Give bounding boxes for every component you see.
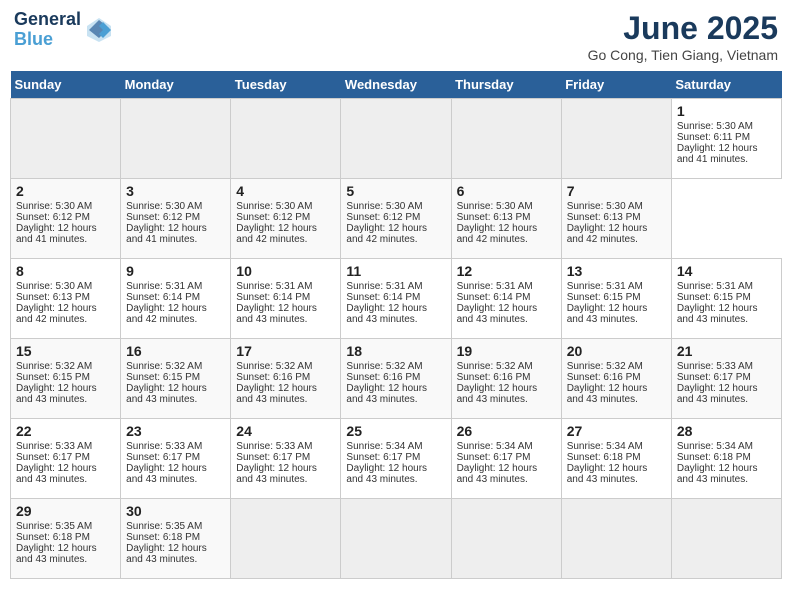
calendar-cell-30: 30Sunrise: 5:35 AMSunset: 6:18 PMDayligh… (121, 499, 231, 579)
calendar-cell-empty (341, 99, 451, 179)
calendar-week: 22Sunrise: 5:33 AMSunset: 6:17 PMDayligh… (11, 419, 782, 499)
calendar-cell-20: 20Sunrise: 5:32 AMSunset: 6:16 PMDayligh… (561, 339, 671, 419)
calendar-cell-1: 1Sunrise: 5:30 AMSunset: 6:11 PMDaylight… (671, 99, 781, 179)
page-header: GeneralBlue June 2025 Go Cong, Tien Gian… (10, 10, 782, 63)
calendar-cell-26: 26Sunrise: 5:34 AMSunset: 6:17 PMDayligh… (451, 419, 561, 499)
calendar-week: 15Sunrise: 5:32 AMSunset: 6:15 PMDayligh… (11, 339, 782, 419)
calendar-cell-5: 5Sunrise: 5:30 AMSunset: 6:12 PMDaylight… (341, 179, 451, 259)
calendar-cell-empty (561, 499, 671, 579)
calendar-cell-4: 4Sunrise: 5:30 AMSunset: 6:12 PMDaylight… (231, 179, 341, 259)
calendar-cell-22: 22Sunrise: 5:33 AMSunset: 6:17 PMDayligh… (11, 419, 121, 499)
calendar-cell-empty (11, 99, 121, 179)
calendar-cell-17: 17Sunrise: 5:32 AMSunset: 6:16 PMDayligh… (231, 339, 341, 419)
weekday-header-monday: Monday (121, 71, 231, 99)
calendar-cell-21: 21Sunrise: 5:33 AMSunset: 6:17 PMDayligh… (671, 339, 781, 419)
weekday-header-saturday: Saturday (671, 71, 781, 99)
calendar-cell-empty (231, 99, 341, 179)
calendar-cell-3: 3Sunrise: 5:30 AMSunset: 6:12 PMDaylight… (121, 179, 231, 259)
calendar-cell-7: 7Sunrise: 5:30 AMSunset: 6:13 PMDaylight… (561, 179, 671, 259)
calendar-cell-23: 23Sunrise: 5:33 AMSunset: 6:17 PMDayligh… (121, 419, 231, 499)
calendar-cell-empty (451, 499, 561, 579)
calendar-cell-empty (671, 499, 781, 579)
weekday-header-thursday: Thursday (451, 71, 561, 99)
calendar-cell-empty (561, 99, 671, 179)
calendar-cell-10: 10Sunrise: 5:31 AMSunset: 6:14 PMDayligh… (231, 259, 341, 339)
location: Go Cong, Tien Giang, Vietnam (588, 47, 778, 63)
weekday-header-wednesday: Wednesday (341, 71, 451, 99)
logo-text: GeneralBlue (14, 10, 81, 50)
calendar-cell-9: 9Sunrise: 5:31 AMSunset: 6:14 PMDaylight… (121, 259, 231, 339)
logo-icon (85, 16, 113, 44)
logo: GeneralBlue (14, 10, 113, 50)
weekday-header-sunday: Sunday (11, 71, 121, 99)
calendar-cell-15: 15Sunrise: 5:32 AMSunset: 6:15 PMDayligh… (11, 339, 121, 419)
calendar-cell-13: 13Sunrise: 5:31 AMSunset: 6:15 PMDayligh… (561, 259, 671, 339)
calendar-cell-11: 11Sunrise: 5:31 AMSunset: 6:14 PMDayligh… (341, 259, 451, 339)
calendar-cell-24: 24Sunrise: 5:33 AMSunset: 6:17 PMDayligh… (231, 419, 341, 499)
calendar-week: 29Sunrise: 5:35 AMSunset: 6:18 PMDayligh… (11, 499, 782, 579)
title-area: June 2025 Go Cong, Tien Giang, Vietnam (588, 10, 778, 63)
calendar-cell-25: 25Sunrise: 5:34 AMSunset: 6:17 PMDayligh… (341, 419, 451, 499)
calendar-cell-19: 19Sunrise: 5:32 AMSunset: 6:16 PMDayligh… (451, 339, 561, 419)
weekday-header-friday: Friday (561, 71, 671, 99)
calendar-cell-27: 27Sunrise: 5:34 AMSunset: 6:18 PMDayligh… (561, 419, 671, 499)
calendar-week: 2Sunrise: 5:30 AMSunset: 6:12 PMDaylight… (11, 179, 782, 259)
calendar-cell-14: 14Sunrise: 5:31 AMSunset: 6:15 PMDayligh… (671, 259, 781, 339)
calendar-cell-empty (451, 99, 561, 179)
calendar-cell-29: 29Sunrise: 5:35 AMSunset: 6:18 PMDayligh… (11, 499, 121, 579)
header-row: SundayMondayTuesdayWednesdayThursdayFrid… (11, 71, 782, 99)
calendar-cell-18: 18Sunrise: 5:32 AMSunset: 6:16 PMDayligh… (341, 339, 451, 419)
calendar-week: 8Sunrise: 5:30 AMSunset: 6:13 PMDaylight… (11, 259, 782, 339)
calendar-cell-empty (341, 499, 451, 579)
calendar-cell-16: 16Sunrise: 5:32 AMSunset: 6:15 PMDayligh… (121, 339, 231, 419)
calendar-cell-empty (231, 499, 341, 579)
weekday-header-tuesday: Tuesday (231, 71, 341, 99)
calendar-week: 1Sunrise: 5:30 AMSunset: 6:11 PMDaylight… (11, 99, 782, 179)
calendar-cell-12: 12Sunrise: 5:31 AMSunset: 6:14 PMDayligh… (451, 259, 561, 339)
calendar-cell-8: 8Sunrise: 5:30 AMSunset: 6:13 PMDaylight… (11, 259, 121, 339)
calendar-cell-28: 28Sunrise: 5:34 AMSunset: 6:18 PMDayligh… (671, 419, 781, 499)
calendar-cell-2: 2Sunrise: 5:30 AMSunset: 6:12 PMDaylight… (11, 179, 121, 259)
month-title: June 2025 (588, 10, 778, 47)
calendar-cell-empty (121, 99, 231, 179)
calendar-cell-6: 6Sunrise: 5:30 AMSunset: 6:13 PMDaylight… (451, 179, 561, 259)
calendar-table: SundayMondayTuesdayWednesdayThursdayFrid… (10, 71, 782, 579)
